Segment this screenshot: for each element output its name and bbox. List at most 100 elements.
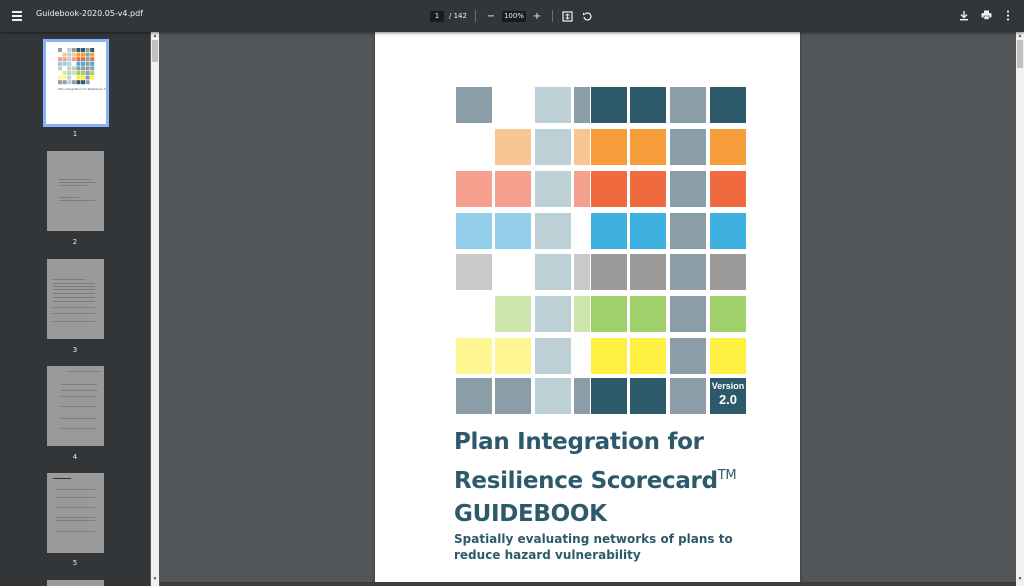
cover-grid-square: [670, 296, 706, 332]
page-number-input[interactable]: 1: [430, 10, 444, 22]
thumbnail-grid-square: [67, 66, 72, 71]
thumbnail-page-1[interactable]: Plan Integration for Resilience Scorecar…: [43, 39, 142, 127]
thumbnail-grid-square: [62, 52, 67, 57]
pdf-toolbar: Guidebook-2020.05-v4.pdf 1 / 142 − 100% …: [0, 0, 1024, 32]
menu-icon[interactable]: [10, 8, 26, 24]
page-controls: 1 / 142 − 100% +: [430, 9, 595, 23]
more-vert-icon[interactable]: [1002, 8, 1014, 22]
thumbnail-number: 3: [72, 346, 78, 354]
thumbnail-grid-square: [81, 71, 85, 75]
zoom-in-button[interactable]: +: [530, 9, 544, 23]
cover-grid-square: [710, 338, 746, 374]
cover-grid-square: [495, 129, 531, 165]
cover-grid-square: [670, 87, 706, 123]
cover-grid-square: [456, 87, 492, 123]
cover-grid-square: [591, 213, 627, 249]
thumbnail-grid-square: [81, 61, 85, 66]
cover-grid-square: [456, 171, 492, 207]
thumbnail-grid-square: [71, 57, 76, 62]
rotate-icon[interactable]: [581, 9, 595, 23]
main-scrollbar[interactable]: ▲ ▼: [1016, 32, 1024, 586]
thumbnail-grid-square: [67, 57, 72, 62]
cover-grid-square: [591, 254, 627, 290]
download-icon[interactable]: [958, 8, 970, 22]
cover-grid-square: [574, 87, 590, 123]
cover-grid-square: [535, 296, 571, 332]
thumbnail-grid-square: [90, 48, 95, 52]
cover-grid-square: [630, 213, 666, 249]
main-scrollbar-thumb[interactable]: [1017, 40, 1023, 68]
thumbnail-grid-square: [81, 66, 85, 71]
sidebar-scrollbar-thumb[interactable]: [152, 40, 158, 62]
cover-grid-square: [710, 87, 746, 123]
thumbnail-grid-square: [85, 66, 90, 71]
cover-grid-square: [535, 129, 571, 165]
thumbnail-grid-square: [81, 48, 85, 52]
cover-grid-square: [710, 254, 746, 290]
toolbar-divider: [551, 10, 553, 22]
thumbnail-grid-square: [90, 71, 95, 75]
cover-grid-square: [535, 87, 571, 123]
thumbnail-grid-square: [76, 52, 81, 57]
next-page-edge: [160, 582, 1016, 586]
cover-grid-square: [670, 378, 706, 414]
document-filename: Guidebook-2020.05-v4.pdf: [36, 9, 143, 18]
cover-grid-square: [495, 213, 531, 249]
thumbnail-page-5[interactable]: [47, 473, 104, 553]
thumbnail-grid-square: [76, 71, 81, 75]
cover-grid-square: [630, 87, 666, 123]
thumbnail-grid-square: [81, 52, 85, 57]
cover-grid-square: [710, 296, 746, 332]
zoom-input[interactable]: 100%: [501, 10, 526, 22]
thumbnail-page-2[interactable]: [47, 151, 104, 231]
thumbnail-grid-square: [90, 57, 95, 62]
toolbar-actions: [958, 8, 1014, 22]
thumbnail-grid-square: [85, 80, 90, 85]
thumbnail-grid-square: [67, 75, 72, 80]
thumbnail-grid-square: [62, 75, 67, 80]
cover-grid-square: [630, 254, 666, 290]
thumbnail-page-4[interactable]: [47, 366, 104, 446]
thumbnail-grid-square: [71, 80, 76, 85]
thumbnail-page-3[interactable]: [47, 259, 104, 339]
thumbnail-grid-square: [81, 75, 85, 80]
cover-grid-square: [630, 296, 666, 332]
scroll-up-arrow-icon[interactable]: ▲: [152, 33, 158, 39]
cover-grid-square: [670, 338, 706, 374]
fit-to-page-icon[interactable]: [561, 9, 575, 23]
cover-grid-square: [535, 171, 571, 207]
thumbnail-grid-square: [76, 48, 81, 52]
scroll-down-arrow-icon[interactable]: ▼: [1017, 576, 1023, 582]
sidebar-scrollbar[interactable]: ▲ ▼: [151, 32, 159, 586]
cover-grid-square: [591, 87, 627, 123]
thumbnail-grid-square: [90, 75, 95, 80]
cover-grid-square: [630, 171, 666, 207]
cover-grid-square: [574, 378, 590, 414]
cover-grid-square: [710, 213, 746, 249]
cover-grid-square: [630, 338, 666, 374]
cover-grid-square: [670, 171, 706, 207]
thumbnail-grid-square: [76, 66, 81, 71]
thumbnail-grid-square: [81, 57, 85, 62]
cover-grid-square: [591, 378, 627, 414]
toolbar-divider: [474, 10, 476, 22]
thumbnail-sidebar: Plan Integration for Resilience Scorecar…: [0, 32, 150, 586]
print-icon[interactable]: [980, 8, 992, 22]
zoom-out-button[interactable]: −: [484, 9, 498, 23]
thumbnail-grid-square: [71, 52, 76, 57]
thumbnail-grid-square: [62, 71, 67, 75]
scroll-up-arrow-icon[interactable]: ▲: [1017, 33, 1023, 39]
thumbnail-grid-square: [85, 52, 90, 57]
cover-grid-square: [630, 129, 666, 165]
thumbnail-grid-square: [67, 80, 72, 85]
scroll-down-arrow-icon[interactable]: ▼: [152, 576, 158, 582]
cover-grid-square: [670, 129, 706, 165]
cover-grid-square: [670, 254, 706, 290]
cover-grid-square: [535, 378, 571, 414]
cover-grid-square: [456, 213, 492, 249]
cover-grid-square: [495, 378, 531, 414]
thumbnail-grid-square: [85, 61, 90, 66]
thumbnail-page-6[interactable]: [47, 580, 104, 586]
cover-grid-square: [574, 296, 590, 332]
thumbnail-grid-square: [58, 48, 62, 52]
